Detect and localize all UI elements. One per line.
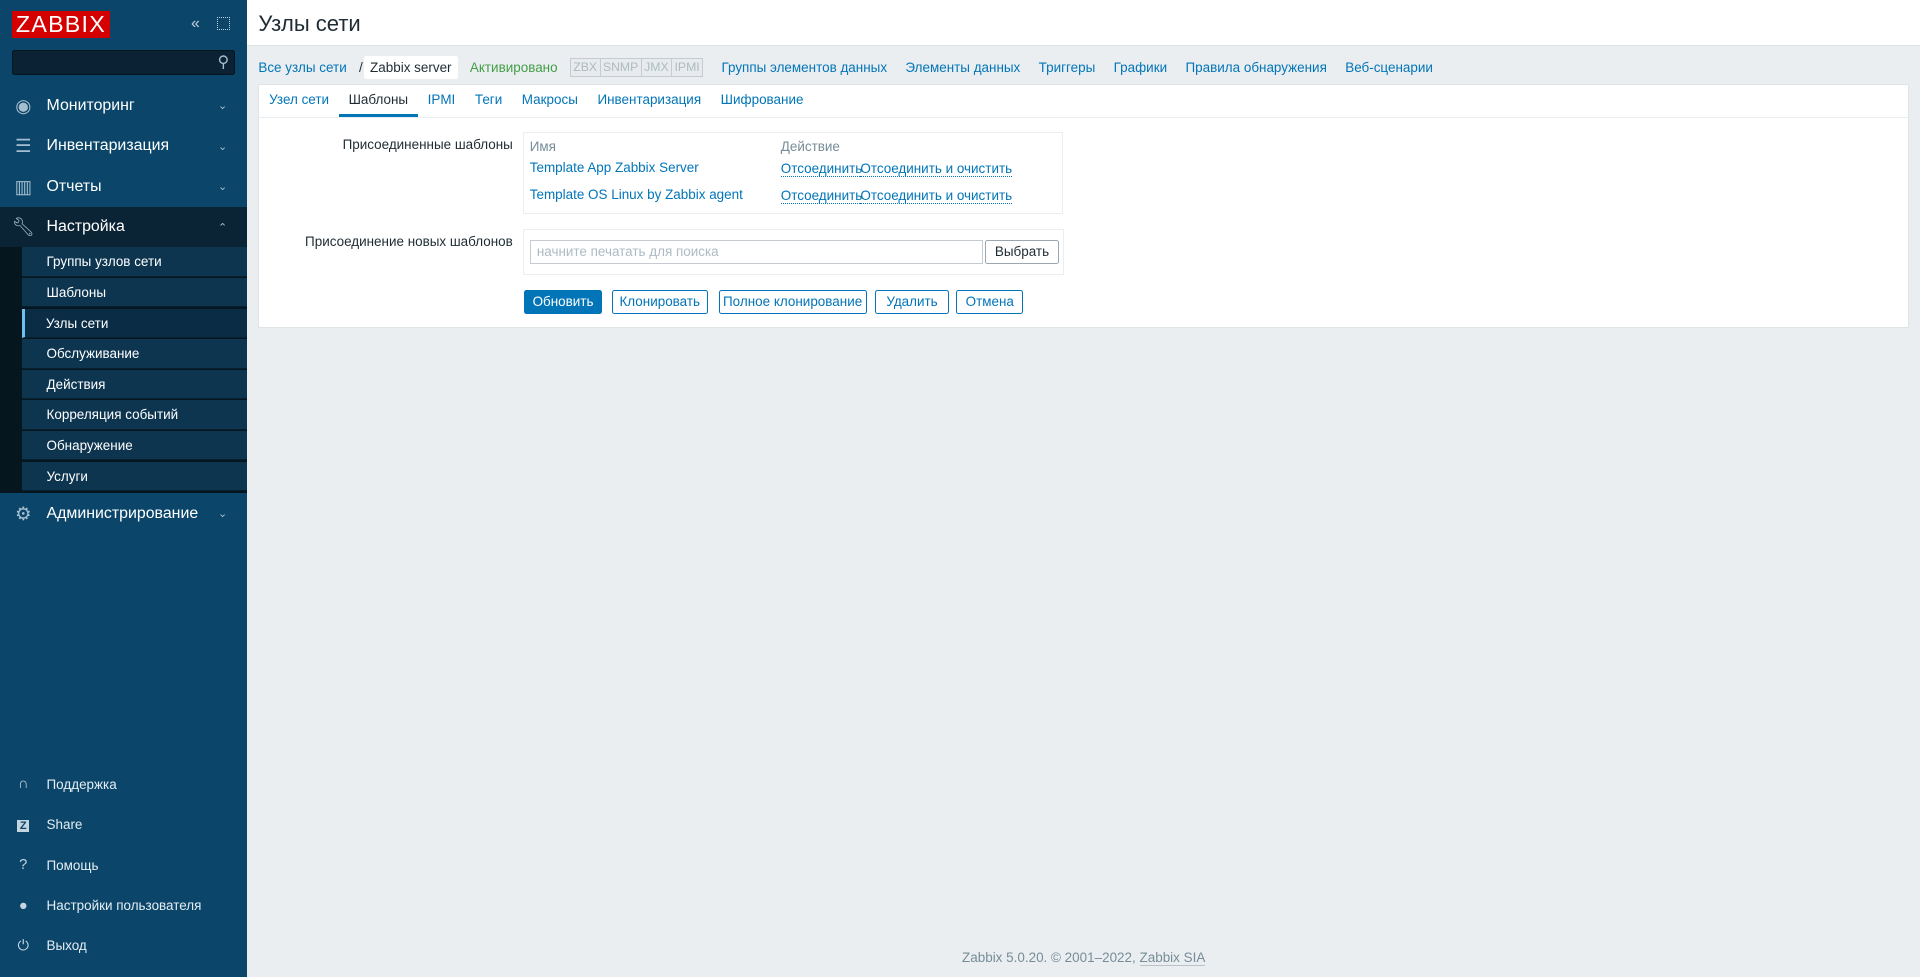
headset-icon: ∩ bbox=[17, 776, 29, 793]
chevron-up-icon: ⌃ bbox=[217, 221, 228, 234]
select-button[interactable]: Выбрать bbox=[985, 239, 1059, 265]
link-triggers[interactable]: Триггеры bbox=[1039, 60, 1096, 75]
menu-label: Мониторинг bbox=[46, 96, 135, 114]
user-settings-link[interactable]: ● Настройки пользователя bbox=[0, 885, 247, 925]
submenu-maintenance[interactable]: Обслуживание bbox=[22, 339, 248, 369]
chevron-down-icon: ⌄ bbox=[217, 140, 228, 153]
chevron-down-icon: ⌄ bbox=[217, 181, 228, 194]
tab-templates[interactable]: Шаблоны bbox=[338, 85, 418, 117]
page-title: Узлы сети bbox=[258, 11, 361, 37]
tab-macros[interactable]: Макросы bbox=[512, 85, 588, 117]
chevron-down-icon: ⌄ bbox=[217, 100, 228, 113]
delete-button[interactable]: Удалить bbox=[875, 289, 949, 315]
chevron-down-icon: ⌄ bbox=[217, 508, 228, 521]
configuration-submenu: Группы узлов сети Шаблоны Узлы сети Обсл… bbox=[0, 247, 248, 494]
unlink-link[interactable]: Отсоединить bbox=[780, 161, 863, 178]
badge-jmx: JMX bbox=[642, 58, 673, 76]
link-new-templates-box: начните печатать для поиска Выбрать bbox=[522, 228, 1064, 276]
footer: Zabbix 5.0.20. © 2001–2022, Zabbix SIA bbox=[247, 950, 1920, 967]
linked-templates-label: Присоединенные шаблоны bbox=[342, 136, 513, 152]
submenu-services[interactable]: Услуги bbox=[22, 461, 248, 491]
footer-vendor-link[interactable]: Zabbix SIA bbox=[1139, 950, 1206, 967]
submenu-discovery[interactable]: Обнаружение bbox=[22, 431, 248, 461]
search-icon[interactable]: ⚲ bbox=[218, 52, 230, 72]
submenu-actions[interactable]: Действия bbox=[22, 369, 248, 400]
support-link[interactable]: ∩ Поддержка bbox=[0, 764, 247, 804]
link-items[interactable]: Элементы данных bbox=[905, 60, 1020, 75]
wrench-icon: 🔧︎ bbox=[11, 216, 35, 238]
user-settings-label: Настройки пользователя bbox=[46, 898, 202, 914]
link-discovery-rules[interactable]: Правила обнаружения bbox=[1185, 60, 1326, 75]
badge-zbx: ZBX bbox=[571, 58, 601, 76]
submenu-templates[interactable]: Шаблоны bbox=[22, 277, 248, 308]
link-new-templates-label: Присоединение новых шаблонов bbox=[305, 233, 513, 249]
breadcrumb-current-host: Zabbix server bbox=[363, 56, 458, 79]
share-label: Share bbox=[46, 817, 83, 833]
update-button[interactable]: Обновить bbox=[523, 289, 603, 315]
power-icon: ⏻ bbox=[17, 937, 30, 954]
submenu-host-groups[interactable]: Группы узлов сети bbox=[22, 247, 248, 277]
support-label: Поддержка bbox=[46, 776, 117, 792]
interface-status-badges: ZBX SNMP JMX IPMI bbox=[569, 57, 704, 77]
submenu-event-correlation[interactable]: Корреляция событий bbox=[22, 400, 248, 430]
gear-icon: ⚙ bbox=[15, 502, 32, 524]
tab-bar: Узел сети Шаблоны IPMI Теги Макросы Инве… bbox=[259, 85, 1908, 119]
share-z-icon: Z bbox=[0, 817, 47, 833]
host-form-panel: Узел сети Шаблоны IPMI Теги Макросы Инве… bbox=[258, 84, 1909, 329]
breadcrumb-separator: / bbox=[358, 59, 363, 75]
sidebar-search-input[interactable]: ⚲ bbox=[12, 50, 236, 75]
column-action: Действие bbox=[780, 139, 840, 155]
zabbix-logo[interactable]: ZABBIX bbox=[12, 11, 110, 38]
menu-configuration[interactable]: 🔧︎ Настройка ⌃ bbox=[0, 206, 248, 248]
sign-out-label: Выход bbox=[46, 938, 87, 954]
eye-icon: ◉ bbox=[15, 94, 32, 116]
menu-label: Администрирование bbox=[46, 504, 199, 522]
menu-label: Настройка bbox=[46, 218, 125, 236]
collapse-sidebar-icon[interactable]: « bbox=[191, 15, 200, 33]
bar-chart-icon: ▥ bbox=[14, 175, 32, 197]
badge-ipmi: IPMI bbox=[674, 59, 700, 74]
menu-label: Отчеты bbox=[46, 177, 102, 195]
tab-inventory[interactable]: Инвентаризация bbox=[588, 85, 711, 117]
unlink-and-clear-link[interactable]: Отсоединить и очистить bbox=[860, 188, 1013, 205]
tab-host[interactable]: Узел сети bbox=[259, 85, 338, 117]
breadcrumb: Все узлы сети / Zabbix server Активирова… bbox=[258, 55, 1445, 79]
submenu-hosts[interactable]: Узлы сети bbox=[22, 308, 248, 338]
cancel-button[interactable]: Отмена bbox=[956, 289, 1024, 315]
help-label: Помощь bbox=[46, 857, 99, 873]
footer-text: Zabbix 5.0.20. © 2001–2022, bbox=[962, 950, 1136, 966]
sidebar: ZABBIX « ⚲ ◉ Мониторинг ⌄ ☰ Инвентаризация ⌄… bbox=[0, 0, 248, 977]
host-status-toggle[interactable]: Активировано bbox=[470, 60, 558, 75]
share-link[interactable]: Z Share bbox=[0, 804, 247, 844]
clone-button[interactable]: Клонировать bbox=[612, 289, 708, 315]
unlink-and-clear-link[interactable]: Отсоединить и очистить bbox=[860, 161, 1013, 178]
page-header: Узлы сети bbox=[247, 0, 1920, 47]
link-graphs[interactable]: Графики bbox=[1114, 60, 1167, 75]
tab-encryption[interactable]: Шифрование bbox=[711, 85, 813, 117]
tab-tags[interactable]: Теги bbox=[465, 85, 512, 117]
menu-label: Инвентаризация bbox=[46, 137, 170, 155]
column-name: Имя bbox=[529, 139, 556, 155]
tab-ipmi[interactable]: IPMI bbox=[418, 85, 465, 117]
badge-snmp: SNMP bbox=[601, 58, 642, 76]
link-web-scenarios[interactable]: Веб-сценарии bbox=[1345, 60, 1433, 75]
full-clone-button[interactable]: Полное клонирование bbox=[718, 289, 867, 315]
menu-reports[interactable]: ▥ Отчеты ⌄ bbox=[0, 167, 247, 207]
sign-out-link[interactable]: ⏻ Выход bbox=[0, 926, 247, 966]
template-link[interactable]: Template App Zabbix Server bbox=[530, 160, 699, 175]
user-icon: ● bbox=[18, 897, 28, 914]
breadcrumb-all-hosts[interactable]: Все узлы сети bbox=[258, 60, 346, 75]
help-link[interactable]: ? Помощь bbox=[0, 845, 247, 885]
link-applications[interactable]: Группы элементов данных bbox=[721, 60, 887, 75]
template-search-input[interactable]: начните печатать для поиска bbox=[529, 239, 983, 265]
menu-monitoring[interactable]: ◉ Мониторинг ⌄ bbox=[0, 86, 247, 126]
template-link[interactable]: Template OS Linux by Zabbix agent bbox=[530, 187, 743, 202]
help-icon: ? bbox=[19, 857, 28, 874]
kiosk-mode-icon[interactable] bbox=[216, 17, 230, 31]
menu-inventory[interactable]: ☰ Инвентаризация ⌄ bbox=[0, 126, 247, 166]
linked-templates-table: Имя Действие Template App Zabbix Server … bbox=[522, 132, 1063, 215]
menu-administration[interactable]: ⚙ Администрирование ⌄ bbox=[0, 493, 247, 533]
list-icon: ☰ bbox=[15, 135, 32, 157]
unlink-link[interactable]: Отсоединить bbox=[780, 188, 863, 205]
